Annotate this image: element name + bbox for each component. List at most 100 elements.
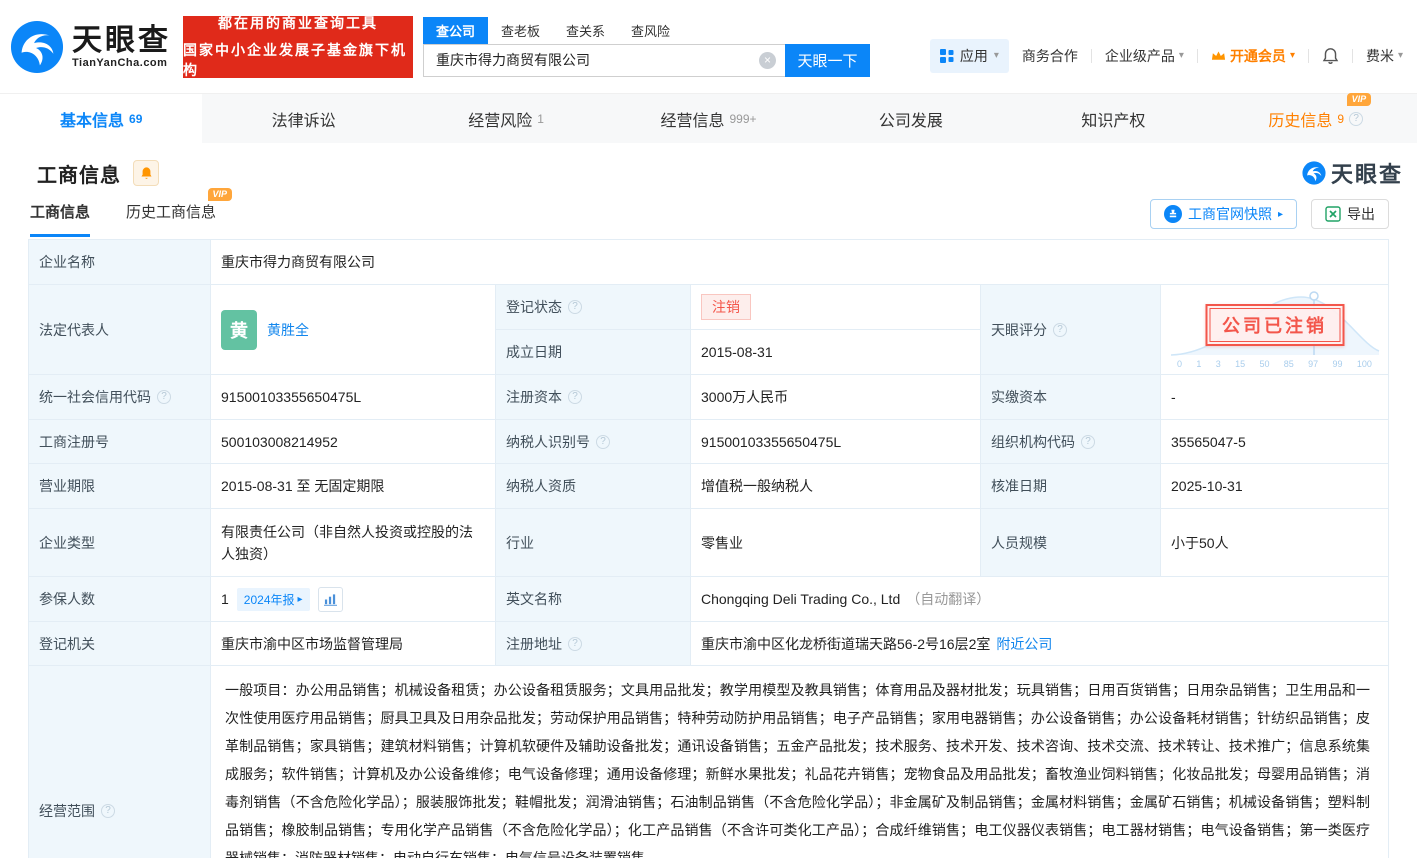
tianyancha-swirl-icon bbox=[1302, 161, 1326, 185]
crown-icon bbox=[1211, 50, 1226, 62]
taxpayer-qualification-value: 增值税一般纳税人 bbox=[691, 464, 981, 509]
promo-line2: 国家中小企业发展子基金旗下机构 bbox=[183, 40, 413, 80]
insured-count-cell: 1 2024年报 ▸ bbox=[211, 577, 496, 622]
score-scale: 013 155085 9799100 bbox=[1177, 359, 1372, 369]
reg-capital-value: 3000万人民币 bbox=[691, 375, 981, 420]
field-label: 企业类型 bbox=[29, 509, 211, 577]
user-menu[interactable]: 费米 ▾ bbox=[1366, 46, 1403, 66]
vip-badge: VIP bbox=[208, 188, 233, 201]
apps-menu[interactable]: 应用 ▾ bbox=[930, 39, 1009, 73]
caret-down-icon: ▾ bbox=[994, 50, 999, 61]
insured-chart-icon[interactable] bbox=[318, 587, 343, 612]
export-label: 导出 bbox=[1347, 204, 1375, 224]
watermark-text: 天眼查 bbox=[1331, 157, 1403, 189]
enterprise-products-label: 企业级产品 bbox=[1105, 46, 1175, 66]
search-block: 查公司 查老板 查关系 查风险 × 天眼一下 bbox=[423, 17, 870, 77]
field-label: 英文名称 bbox=[496, 577, 691, 622]
tab-legal-proceedings[interactable]: 法律诉讼 bbox=[202, 94, 404, 143]
registered-address-cell: 重庆市渝中区化龙桥街道瑞天路56-2号16层2室 附近公司 bbox=[691, 622, 1389, 666]
field-label: 登记状态? bbox=[496, 285, 691, 330]
export-button[interactable]: 导出 bbox=[1311, 199, 1389, 229]
annual-report-chip[interactable]: 2024年报 ▸ bbox=[237, 588, 310, 611]
help-icon[interactable]: ? bbox=[1081, 435, 1095, 449]
apps-grid-icon bbox=[940, 49, 954, 63]
nearby-companies-link[interactable]: 附近公司 bbox=[996, 634, 1052, 654]
search-tab-relation[interactable]: 查关系 bbox=[553, 17, 618, 44]
subtab-history-registration[interactable]: VIP 历史工商信息 bbox=[126, 201, 216, 237]
brand-domain: TianYanCha.com bbox=[72, 57, 171, 69]
tab-count: 999+ bbox=[729, 112, 756, 126]
company-nav-tabs: 基本信息 69 法律诉讼 经营风险 1 经营信息 999+ 公司发展 知识产权 … bbox=[0, 93, 1417, 143]
arrow-right-icon: ▸ bbox=[298, 594, 303, 605]
tianyancha-logo[interactable]: 天眼查 TianYanCha.com bbox=[10, 20, 171, 74]
established-date-value: 2015-08-31 bbox=[691, 330, 981, 375]
clear-search-icon[interactable]: × bbox=[759, 52, 776, 69]
business-cooperation-link[interactable]: 商务合作 bbox=[1022, 46, 1078, 66]
tab-history-info[interactable]: VIP 历史信息 9 ? bbox=[1215, 94, 1417, 143]
arrow-right-icon: ▸ bbox=[1278, 209, 1283, 220]
caret-down-icon: ▾ bbox=[1290, 50, 1295, 61]
stamp-icon bbox=[1164, 205, 1182, 223]
tianyancha-watermark: 天眼查 bbox=[1302, 157, 1403, 189]
help-icon[interactable]: ? bbox=[596, 435, 610, 449]
taxpayer-id-value: 91500103355650475L bbox=[691, 420, 981, 464]
org-code-value: 35565047-5 bbox=[1161, 420, 1389, 464]
tab-label: 法律诉讼 bbox=[272, 107, 336, 131]
help-icon[interactable]: ? bbox=[1053, 323, 1067, 337]
brand-name: 天眼查 bbox=[72, 25, 171, 57]
field-label: 经营范围? bbox=[29, 666, 211, 858]
vip-badge: VIP bbox=[1347, 93, 1372, 106]
help-icon[interactable]: ? bbox=[568, 300, 582, 314]
tab-company-development[interactable]: 公司发展 bbox=[810, 94, 1012, 143]
registered-address-value: 重庆市渝中区化龙桥街道瑞天路56-2号16层2室 bbox=[701, 634, 990, 654]
search-tab-company[interactable]: 查公司 bbox=[423, 17, 488, 44]
legal-rep-cell: 黄 黄胜全 bbox=[211, 285, 496, 375]
official-snapshot-button[interactable]: 工商官网快照 ▸ bbox=[1150, 199, 1297, 229]
field-label: 参保人数 bbox=[29, 577, 211, 622]
help-icon[interactable]: ? bbox=[568, 637, 582, 651]
legal-rep-link[interactable]: 黄胜全 bbox=[267, 320, 309, 340]
score-gauge: 013 155085 9799100 公司已注销 bbox=[1161, 285, 1389, 375]
status-badge: 注销 bbox=[701, 294, 751, 320]
help-icon[interactable]: ? bbox=[101, 804, 115, 818]
field-label: 实缴资本 bbox=[981, 375, 1161, 420]
help-icon[interactable]: ? bbox=[568, 390, 582, 404]
avatar[interactable]: 黄 bbox=[221, 310, 257, 350]
business-info-table: 企业名称 重庆市得力商贸有限公司 法定代表人 黄 黄胜全 登记状态? 注销 成立… bbox=[28, 239, 1389, 858]
vip-upgrade-label: 开通会员 bbox=[1230, 46, 1286, 66]
help-icon[interactable]: ? bbox=[1349, 112, 1363, 126]
search-input[interactable] bbox=[423, 44, 785, 77]
field-label: 核准日期 bbox=[981, 464, 1161, 509]
promo-line1: 都在用的商业查询工具 bbox=[218, 13, 378, 33]
top-menu: 应用 ▾ 商务合作 企业级产品 ▾ 开通会员 ▾ 费米 ▾ bbox=[930, 39, 1403, 73]
help-icon[interactable]: ? bbox=[157, 390, 171, 404]
field-label: 营业期限 bbox=[29, 464, 211, 509]
tab-label: 公司发展 bbox=[879, 107, 943, 131]
caret-down-icon: ▾ bbox=[1179, 50, 1184, 61]
subscribe-bell-icon[interactable] bbox=[133, 160, 159, 186]
company-name-value: 重庆市得力商贸有限公司 bbox=[211, 240, 1389, 285]
tianyancha-swirl-icon bbox=[10, 20, 64, 74]
search-tab-risk[interactable]: 查风险 bbox=[618, 17, 683, 44]
company-type-value: 有限责任公司（非自然人投资或控股的法人独资） bbox=[211, 509, 496, 577]
search-tab-boss[interactable]: 查老板 bbox=[488, 17, 553, 44]
caret-down-icon: ▾ bbox=[1398, 50, 1403, 61]
subtab-business-registration[interactable]: 工商信息 bbox=[30, 201, 90, 237]
reg-number-value: 500103008214952 bbox=[211, 420, 496, 464]
tab-business-info[interactable]: 经营信息 999+ bbox=[607, 94, 809, 143]
tab-intellectual-property[interactable]: 知识产权 bbox=[1012, 94, 1214, 143]
subtab-row: 工商信息 VIP 历史工商信息 工商官网快照 ▸ 导出 bbox=[0, 189, 1417, 237]
search-button[interactable]: 天眼一下 bbox=[785, 44, 870, 77]
tab-operational-risk[interactable]: 经营风险 1 bbox=[405, 94, 607, 143]
auto-translate-note: （自动翻译） bbox=[906, 589, 990, 609]
field-label: 成立日期 bbox=[496, 330, 691, 375]
notification-bell-icon[interactable] bbox=[1322, 47, 1339, 65]
vip-upgrade-link[interactable]: 开通会员 ▾ bbox=[1211, 46, 1295, 66]
section-head: 工商信息 天眼查 bbox=[0, 143, 1417, 189]
divider bbox=[1352, 49, 1353, 63]
enterprise-products-menu[interactable]: 企业级产品 ▾ bbox=[1105, 46, 1184, 66]
tab-basic-info[interactable]: 基本信息 69 bbox=[0, 94, 202, 143]
english-name-value: Chongqing Deli Trading Co., Ltd （自动翻译） bbox=[691, 577, 1389, 622]
registration-authority-value: 重庆市渝中区市场监督管理局 bbox=[211, 622, 496, 666]
tab-count: 69 bbox=[129, 112, 142, 126]
